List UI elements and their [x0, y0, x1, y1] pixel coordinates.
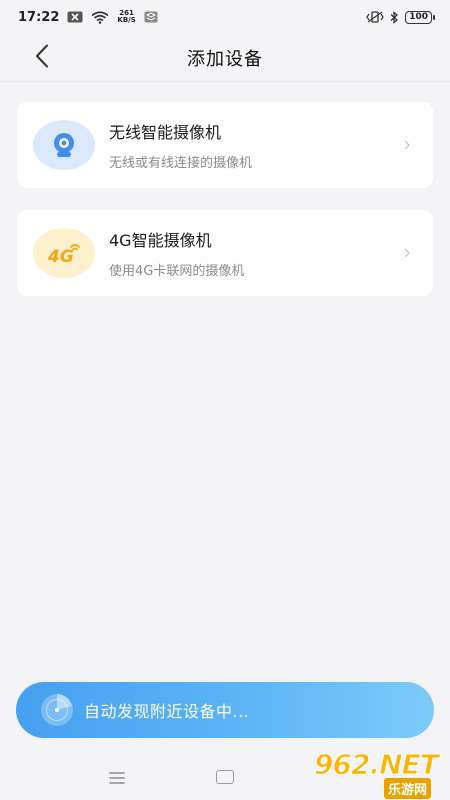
auto-discover-text: 自动发现附近设备中...	[84, 702, 250, 721]
device-type-4g-camera[interactable]: 4G 4G智能摄像机 使用4G卡联网的摄像机	[17, 210, 433, 296]
watermark-logo-text: 962.NET	[314, 748, 440, 782]
4g-icon: 4G	[33, 228, 95, 278]
device-type-wireless-camera[interactable]: 无线智能摄像机 无线或有线连接的摄像机	[17, 102, 433, 188]
page-title: 添加设备	[187, 48, 263, 70]
auto-discover-bar[interactable]: 自动发现附近设备中...	[16, 682, 434, 738]
device-type-title: 4G智能摄像机	[109, 231, 212, 250]
vibrate-icon	[366, 11, 384, 23]
device-type-subtitle: 无线或有线连接的摄像机	[109, 156, 253, 171]
status-time: 17:22	[18, 9, 60, 25]
camera-icon	[33, 120, 95, 170]
layers-icon	[144, 11, 158, 23]
battery-indicator: 100	[405, 10, 435, 24]
wifi-icon	[91, 10, 109, 24]
chevron-left-icon	[35, 44, 49, 72]
site-watermark: 962.NET 乐游网	[314, 748, 446, 799]
menu-icon[interactable]	[108, 770, 126, 784]
notification-app-icon	[67, 11, 83, 23]
page-header: 添加设备	[0, 34, 450, 82]
chevron-right-icon	[397, 248, 417, 258]
network-speed: 261 KB/S	[117, 10, 135, 24]
4g-icon-label: 4G	[47, 247, 74, 267]
chevron-right-icon	[397, 140, 417, 150]
network-speed-unit: KB/S	[117, 16, 136, 24]
status-bar: 17:22 261 KB/S 100	[0, 0, 450, 34]
home-icon[interactable]	[216, 770, 234, 784]
radar-scan-icon	[41, 694, 73, 726]
device-type-subtitle: 使用4G卡联网的摄像机	[109, 264, 245, 279]
back-button[interactable]	[24, 40, 60, 76]
device-type-title: 无线智能摄像机	[109, 123, 222, 142]
watermark-site-name: 乐游网	[384, 778, 432, 799]
bluetooth-icon	[390, 10, 399, 24]
